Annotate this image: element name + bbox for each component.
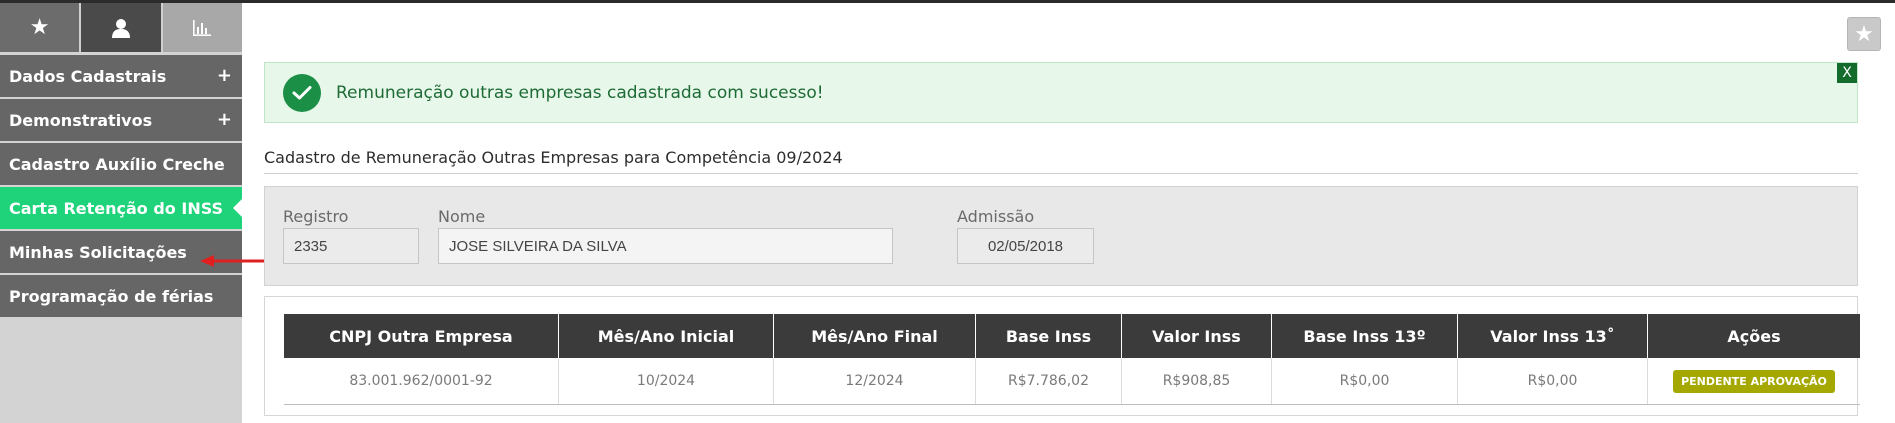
sidebar-item-auxilio-creche[interactable]: Cadastro Auxílio Creche (0, 143, 242, 185)
col-base-inss-13: Base Inss 13º (1271, 314, 1458, 358)
alert-close-button[interactable]: X (1837, 63, 1857, 83)
col-cnpj: CNPJ Outra Empresa (284, 314, 559, 358)
col-valor-inss: Valor Inss (1121, 314, 1272, 358)
cell-base-inss-13: R$0,00 (1271, 358, 1458, 405)
bar-chart-icon (193, 19, 212, 36)
sidebar-item-carta-retencao-inss[interactable]: Carta Retenção do INSS (0, 187, 242, 229)
cell-mes-ano-inicial: 10/2024 (558, 358, 774, 405)
registro-field[interactable] (283, 228, 419, 264)
sidebar-item-label: Carta Retenção do INSS (9, 198, 224, 218)
cell-valor-inss: R$908,85 (1121, 358, 1272, 405)
cell-acoes: PENDENTE APROVAÇÃO (1647, 358, 1860, 405)
sidebar-item-label: Minhas Solicitações (9, 242, 187, 262)
tab-reports[interactable] (162, 3, 242, 52)
employee-info-panel: Registro Nome Admissão (264, 186, 1858, 286)
col-valor-inss-13: Valor Inss 13˚ (1457, 314, 1648, 358)
table-row: 83.001.962/0001-92 10/2024 12/2024 R$7.7… (284, 358, 1860, 405)
page-title: Cadastro de Remuneração Outras Empresas … (264, 148, 843, 167)
sidebar-tabs: ★ (0, 3, 242, 52)
admissao-field[interactable] (957, 228, 1094, 264)
expand-icon: + (216, 109, 232, 130)
divider (264, 173, 1858, 174)
tab-profile[interactable] (79, 3, 163, 52)
tab-favorites[interactable]: ★ (0, 3, 80, 52)
sidebar: ★ Dados Cadastrais + Demonstrativos + Ca… (0, 3, 242, 423)
sidebar-item-dados-cadastrais[interactable]: Dados Cadastrais + (0, 55, 242, 97)
sidebar-item-label: Dados Cadastrais (9, 66, 167, 86)
check-circle-icon (283, 73, 321, 112)
user-icon (111, 18, 130, 38)
registro-label: Registro (283, 207, 349, 226)
star-icon: ★ (1854, 21, 1874, 47)
sidebar-item-programacao-ferias[interactable]: Programação de férias (0, 275, 242, 317)
cell-cnpj: 83.001.962/0001-92 (284, 358, 559, 405)
sidebar-item-demonstrativos[interactable]: Demonstrativos + (0, 99, 242, 141)
sidebar-item-label: Programação de férias (9, 286, 214, 306)
col-mes-ano-inicial: Mês/Ano Inicial (558, 314, 774, 358)
expand-icon: + (216, 65, 232, 86)
sidebar-item-label: Demonstrativos (9, 110, 153, 130)
col-mes-ano-final: Mês/Ano Final (773, 314, 976, 358)
admissao-label: Admissão (957, 207, 1035, 226)
sidebar-item-label: Cadastro Auxílio Creche (9, 154, 225, 174)
nome-field[interactable] (438, 228, 893, 264)
sidebar-menu: Dados Cadastrais + Demonstrativos + Cada… (0, 55, 242, 317)
table-header-row: CNPJ Outra Empresa Mês/Ano Inicial Mês/A… (284, 314, 1860, 358)
status-badge[interactable]: PENDENTE APROVAÇÃO (1673, 369, 1835, 393)
cell-mes-ano-final: 12/2024 (773, 358, 976, 405)
cell-valor-inss-13: R$0,00 (1457, 358, 1648, 405)
col-base-inss: Base Inss (975, 314, 1122, 358)
alert-message: Remuneração outras empresas cadastrada c… (336, 82, 824, 103)
nome-label: Nome (438, 207, 486, 226)
remuneracao-table-panel: CNPJ Outra Empresa Mês/Ano Inicial Mês/A… (264, 296, 1860, 416)
star-icon: ★ (29, 15, 50, 40)
col-acoes: Ações (1647, 314, 1860, 358)
favorite-button[interactable]: ★ (1847, 17, 1881, 51)
main-content: ★ Remuneração outras empresas cadastrada… (242, 3, 1895, 423)
remuneracao-table: CNPJ Outra Empresa Mês/Ano Inicial Mês/A… (284, 314, 1860, 405)
success-alert: Remuneração outras empresas cadastrada c… (264, 62, 1858, 123)
cell-base-inss: R$7.786,02 (975, 358, 1122, 405)
